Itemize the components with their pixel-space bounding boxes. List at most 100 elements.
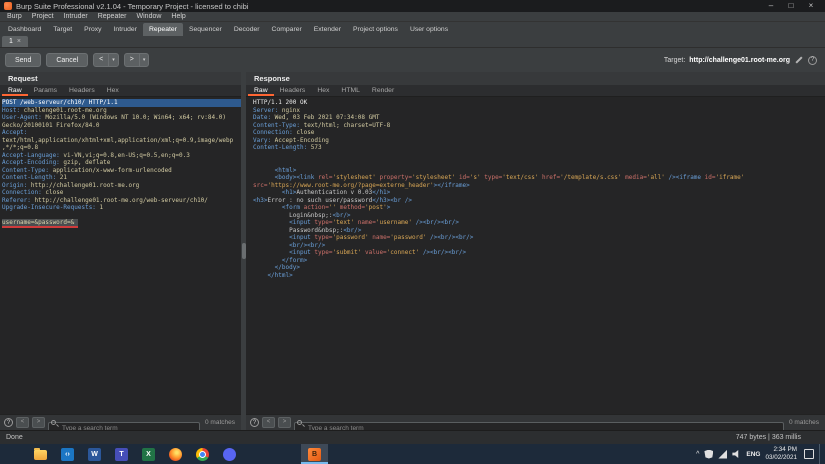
response-tab-hex[interactable]: Hex — [311, 85, 335, 96]
teams-icon: T — [115, 447, 128, 461]
request-tab-params[interactable]: Params — [28, 85, 63, 96]
menu-help[interactable]: Help — [166, 13, 190, 20]
request-editor[interactable]: POST /web-serveur/ch10/ HTTP/1.1 Host: ch… — [0, 97, 241, 414]
search-next-button[interactable]: > — [32, 417, 45, 428]
send-button[interactable]: Send — [5, 53, 42, 67]
search-prev-button[interactable]: < — [16, 417, 29, 428]
menu-window[interactable]: Window — [132, 13, 167, 20]
tab-project-options[interactable]: Project options — [347, 23, 404, 36]
tab-intruder[interactable]: Intruder — [108, 23, 143, 36]
code-line: Content-Length: 573 — [253, 144, 322, 151]
code-line: <input type='text' name='username' /><br… — [253, 219, 459, 226]
chevron-down-icon[interactable]: ▾ — [140, 57, 149, 63]
show-desktop-button[interactable] — [819, 444, 823, 464]
chevron-down-icon[interactable]: ▾ — [109, 57, 118, 63]
response-tab-render[interactable]: Render — [366, 85, 400, 96]
response-view-tabs: Raw Headers Hex HTML Render — [246, 85, 825, 97]
repeater-tab-label: 1 — [9, 38, 13, 45]
response-tab-raw[interactable]: Raw — [248, 85, 274, 96]
titlebar: Burp Suite Professional v2.1.04 - Tempor… — [0, 0, 825, 12]
request-tab-raw[interactable]: Raw — [2, 85, 28, 96]
taskbar-excel-button[interactable]: X — [135, 444, 162, 464]
search-help-icon[interactable]: ? — [4, 418, 13, 427]
tab-comparer[interactable]: Comparer — [266, 23, 308, 36]
code-line: Date: Wed, 03 Feb 2021 07:34:08 GMT — [253, 114, 380, 121]
forward-arrow-icon[interactable]: > — [125, 54, 140, 66]
request-search-bar: ? < > 0 matches — [0, 414, 241, 434]
taskbar-apps: ‹› W T X B — [0, 444, 328, 464]
taskbar-discord-button[interactable] — [216, 444, 243, 464]
tab-proxy[interactable]: Proxy — [78, 23, 107, 36]
tab-target[interactable]: Target — [47, 23, 78, 36]
code-line: Accept-Language: vi-VN,vi;q=0.8,en-US;q=… — [2, 151, 190, 159]
tab-dashboard[interactable]: Dashboard — [2, 23, 47, 36]
search-next-button[interactable]: > — [278, 417, 291, 428]
taskbar-word-button[interactable]: W — [81, 444, 108, 464]
edit-target-icon[interactable] — [794, 55, 804, 65]
search-prev-button[interactable]: < — [262, 417, 275, 428]
network-icon[interactable] — [718, 449, 728, 459]
response-tab-html[interactable]: HTML — [335, 85, 366, 96]
code-line: <input type='password' name='password' /… — [253, 234, 474, 241]
burp-icon: B — [308, 447, 321, 461]
request-tab-hex[interactable]: Hex — [101, 85, 125, 96]
taskbar-clock[interactable]: 2:34 PM 03/02/2021 — [765, 446, 797, 462]
code-line: <br/><br/> — [253, 241, 326, 249]
code-line: Upgrade-Insecure-Requests: 1 — [2, 204, 104, 211]
request-tab-headers[interactable]: Headers — [63, 85, 101, 96]
history-back-button[interactable]: < ▾ — [93, 53, 119, 67]
target-value: http://challenge01.root-me.org — [689, 56, 790, 64]
back-arrow-icon[interactable]: < — [94, 54, 110, 66]
taskbar-burp-button[interactable]: B — [301, 444, 328, 464]
response-editor[interactable]: HTTP/1.1 200 OK Server: nginx Date: Wed, 0… — [246, 97, 825, 414]
splitter-grip-icon[interactable] — [241, 243, 246, 259]
code-line: text/html,application/xhtml+xml,applicat… — [2, 136, 234, 144]
start-button[interactable] — [0, 444, 27, 464]
help-icon[interactable]: ? — [808, 55, 817, 65]
tab-sequencer[interactable]: Sequencer — [183, 23, 228, 36]
taskbar-chrome-button[interactable] — [189, 444, 216, 464]
code-line: <body><link rel='stylesheet' property='s… — [253, 174, 745, 181]
close-button[interactable]: × — [801, 0, 821, 12]
response-stats: 747 bytes | 363 millis — [735, 434, 801, 441]
tab-repeater[interactable]: Repeater — [142, 23, 183, 36]
cancel-button[interactable]: Cancel — [46, 53, 89, 67]
taskbar-firefox-button[interactable] — [162, 444, 189, 464]
menu-project[interactable]: Project — [27, 13, 59, 20]
minimize-button[interactable]: – — [761, 0, 781, 12]
code-line: Content-Type: application/x-www-form-url… — [2, 166, 172, 174]
code-line: <input type='submit' value='connect' /><… — [253, 249, 467, 256]
taskbar-file-explorer-button[interactable] — [27, 444, 54, 464]
code-line: </html> — [253, 271, 293, 279]
code-line: <h1>Authentication v 0.03</h1> — [253, 189, 391, 196]
response-tab-headers[interactable]: Headers — [274, 85, 312, 96]
tab-extender[interactable]: Extender — [308, 23, 347, 36]
burp-window: Burp Suite Professional v2.1.04 - Tempor… — [0, 0, 825, 464]
code-line: src='https://www.root-me.org/?page=exter… — [253, 181, 470, 189]
volume-icon[interactable] — [732, 449, 739, 459]
repeater-tab-1[interactable]: 1 × — [2, 36, 28, 47]
notification-center-icon[interactable] — [804, 449, 814, 459]
maximize-button[interactable]: □ — [781, 0, 801, 12]
statusbar: Done 747 bytes | 363 millis — [0, 430, 825, 444]
code-line: Password&nbsp;:<br/> — [253, 226, 362, 234]
language-indicator[interactable]: ENG — [746, 451, 760, 458]
code-line: Content-Type: text/html; charset=UTF-8 — [253, 121, 391, 129]
menu-repeater[interactable]: Repeater — [93, 13, 132, 20]
security-shield-icon[interactable] — [704, 449, 714, 459]
repeater-toolbar: Send Cancel < ▾ > ▾ Target: http://challen… — [0, 48, 825, 72]
taskbar-teams-button[interactable]: T — [108, 444, 135, 464]
tab-user-options[interactable]: User options — [404, 23, 454, 36]
taskbar-vscode-button[interactable]: ‹› — [54, 444, 81, 464]
menu-burp[interactable]: Burp — [2, 13, 27, 20]
history-forward-button[interactable]: > ▾ — [123, 53, 150, 67]
close-tab-icon[interactable]: × — [17, 38, 21, 45]
code-line: Vary: Accept-Encoding — [253, 136, 329, 144]
menu-intruder[interactable]: Intruder — [59, 13, 93, 20]
request-view-tabs: Raw Params Headers Hex — [0, 85, 241, 97]
tray-expand-icon[interactable]: ^ — [696, 451, 699, 458]
clock-time: 2:34 PM — [773, 446, 797, 453]
search-help-icon[interactable]: ? — [250, 418, 259, 427]
tab-decoder[interactable]: Decoder — [228, 23, 266, 36]
target-area: Target: http://challenge01.root-me.org ? — [664, 55, 820, 65]
